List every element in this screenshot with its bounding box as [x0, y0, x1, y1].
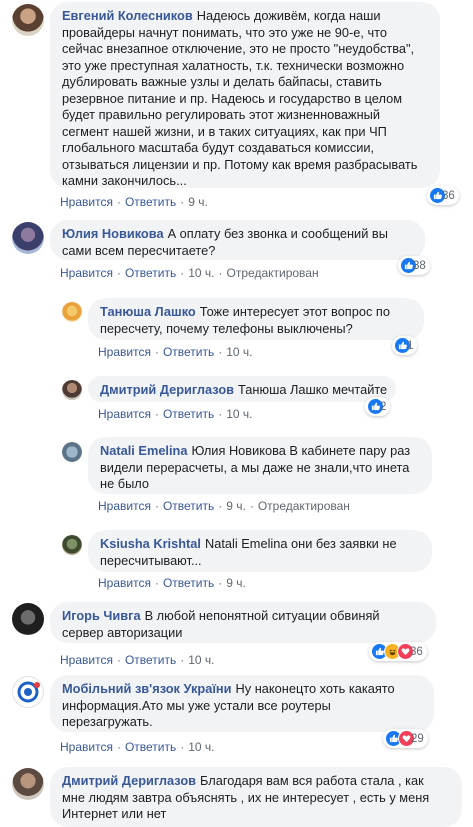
comment-author[interactable]: Игорь Чивга: [62, 608, 141, 623]
edited-label[interactable]: Отредактирован: [258, 499, 350, 513]
like-link[interactable]: Нравится: [60, 195, 113, 209]
comment-actions: Нравится · Ответить · 10 ч.: [60, 653, 215, 667]
timestamp[interactable]: 9 ч.: [226, 499, 246, 513]
reactions-badge[interactable]: 29: [383, 729, 428, 748]
comment-bubble: Юлия Новикова А оплату без звонка и сообщ…: [50, 220, 425, 260]
operator-logo-icon: [17, 681, 40, 703]
comment-actions: Нравится · Ответить · 9 ч.: [60, 195, 208, 209]
comment-actions: Нравится · Ответить · 10 ч.: [60, 740, 215, 754]
separator: ·: [218, 499, 223, 513]
comment-actions: Нравится · Ответить · 10 ч. · Отредактирован: [60, 266, 319, 280]
timestamp[interactable]: 10 ч.: [226, 407, 252, 421]
avatar[interactable]: [12, 4, 44, 36]
comment-bubble: Игорь Чивга В любой непонятной ситуации о…: [50, 602, 436, 643]
separator: ·: [116, 266, 121, 280]
comment-actions: Нравится · Ответить · 9 ч.: [98, 576, 246, 590]
comment-author[interactable]: Евгений Колесников: [62, 8, 193, 23]
separator: ·: [180, 195, 185, 209]
comment-bubble: Дмитрий Дериглазов Танюша Лашко мечтайте: [88, 376, 396, 402]
timestamp[interactable]: 10 ч.: [226, 345, 252, 359]
reactions-count: 36: [442, 189, 455, 202]
separator: ·: [218, 576, 223, 590]
comment-author[interactable]: Natali Emelina: [100, 443, 187, 458]
reply-link[interactable]: Ответить: [125, 195, 176, 209]
separator: ·: [218, 266, 223, 280]
separator: ·: [180, 653, 185, 667]
separator: ·: [180, 266, 185, 280]
avatar[interactable]: [62, 535, 82, 555]
comment-author[interactable]: Танюша Лашко: [100, 304, 196, 319]
reply-link[interactable]: Ответить: [125, 266, 176, 280]
comment-bubble: Мобільний зв'язок України Ну наконецто хо…: [50, 675, 434, 732]
like-link[interactable]: Нравится: [98, 407, 151, 421]
like-link[interactable]: Нравится: [60, 740, 113, 754]
avatar[interactable]: [12, 603, 44, 635]
timestamp[interactable]: 9 ч.: [226, 576, 246, 590]
timestamp[interactable]: 10 ч.: [188, 266, 214, 280]
comment-author[interactable]: Юлия Новикова: [62, 226, 164, 241]
separator: ·: [154, 345, 159, 359]
reactions-count: 36: [410, 645, 423, 658]
separator: ·: [154, 499, 159, 513]
reactions-badge[interactable]: 38: [398, 256, 430, 275]
comment-bubble: Дмитрий Дериглазов Благодаря вам вся рабо…: [50, 767, 462, 827]
reactions-count: 2: [380, 400, 387, 413]
comment-actions: Нравится · Ответить · 9 ч. · Отредактирован: [98, 499, 350, 513]
timestamp[interactable]: 10 ч.: [188, 740, 214, 754]
separator: ·: [116, 740, 121, 754]
comment-bubble: Танюша Лашко Тоже интересует этот вопрос …: [88, 298, 424, 340]
comment-actions: Нравится · Ответить · 10 ч.: [98, 345, 253, 359]
reply-link[interactable]: Ответить: [163, 576, 214, 590]
separator: ·: [218, 407, 223, 421]
comment-actions: Нравится · Ответить · 10 ч.: [98, 407, 253, 421]
avatar[interactable]: [12, 768, 44, 800]
avatar[interactable]: [62, 442, 82, 462]
like-link[interactable]: Нравится: [98, 499, 151, 513]
comment-bubble: Ksiusha Krishtal Natali Emelina они без з…: [88, 530, 432, 572]
reply-link[interactable]: Ответить: [163, 499, 214, 513]
timestamp[interactable]: 9 ч.: [188, 195, 208, 209]
like-link[interactable]: Нравится: [98, 576, 151, 590]
comment-author[interactable]: Дмитрий Дериглазов: [62, 773, 196, 788]
separator: ·: [154, 407, 159, 421]
reply-link[interactable]: Ответить: [163, 407, 214, 421]
comment-author[interactable]: Дмитрий Дериглазов: [100, 382, 234, 397]
timestamp[interactable]: 10 ч.: [188, 653, 214, 667]
edited-label[interactable]: Отредактирован: [227, 266, 319, 280]
reply-link[interactable]: Ответить: [125, 653, 176, 667]
like-link[interactable]: Нравится: [60, 653, 113, 667]
comment-text: Танюша Лашко мечтайте: [238, 382, 388, 397]
reactions-count: 38: [413, 259, 426, 272]
reactions-badge[interactable]: 2: [365, 397, 391, 416]
avatar[interactable]: [12, 676, 44, 708]
avatar[interactable]: [12, 222, 44, 254]
comment-author[interactable]: Ksiusha Krishtal: [100, 536, 201, 551]
comment-bubble: Евгений Колесников Надеюсь доживём, когда…: [50, 2, 440, 188]
comment-bubble: Natali Emelina Юлия Новикова В кабинете п…: [88, 437, 432, 494]
separator: ·: [180, 740, 185, 754]
reply-link[interactable]: Ответить: [163, 345, 214, 359]
separator: ·: [154, 576, 159, 590]
like-link[interactable]: Нравится: [98, 345, 151, 359]
avatar[interactable]: [62, 302, 82, 322]
separator: ·: [116, 195, 121, 209]
comment-text: Надеюсь доживём, когда наши провайдеры н…: [62, 8, 418, 188]
reply-link[interactable]: Ответить: [125, 740, 176, 754]
separator: ·: [218, 345, 223, 359]
reactions-badge[interactable]: 36: [427, 186, 459, 205]
reactions-count: 1: [407, 339, 414, 352]
reactions-badge[interactable]: 1: [392, 336, 418, 355]
reactions-badge[interactable]: 36: [369, 642, 427, 661]
separator: ·: [249, 499, 254, 513]
comment-author[interactable]: Мобільний зв'язок України: [62, 681, 232, 696]
reactions-count: 29: [411, 732, 424, 745]
like-link[interactable]: Нравится: [60, 266, 113, 280]
separator: ·: [116, 653, 121, 667]
avatar[interactable]: [62, 380, 82, 400]
